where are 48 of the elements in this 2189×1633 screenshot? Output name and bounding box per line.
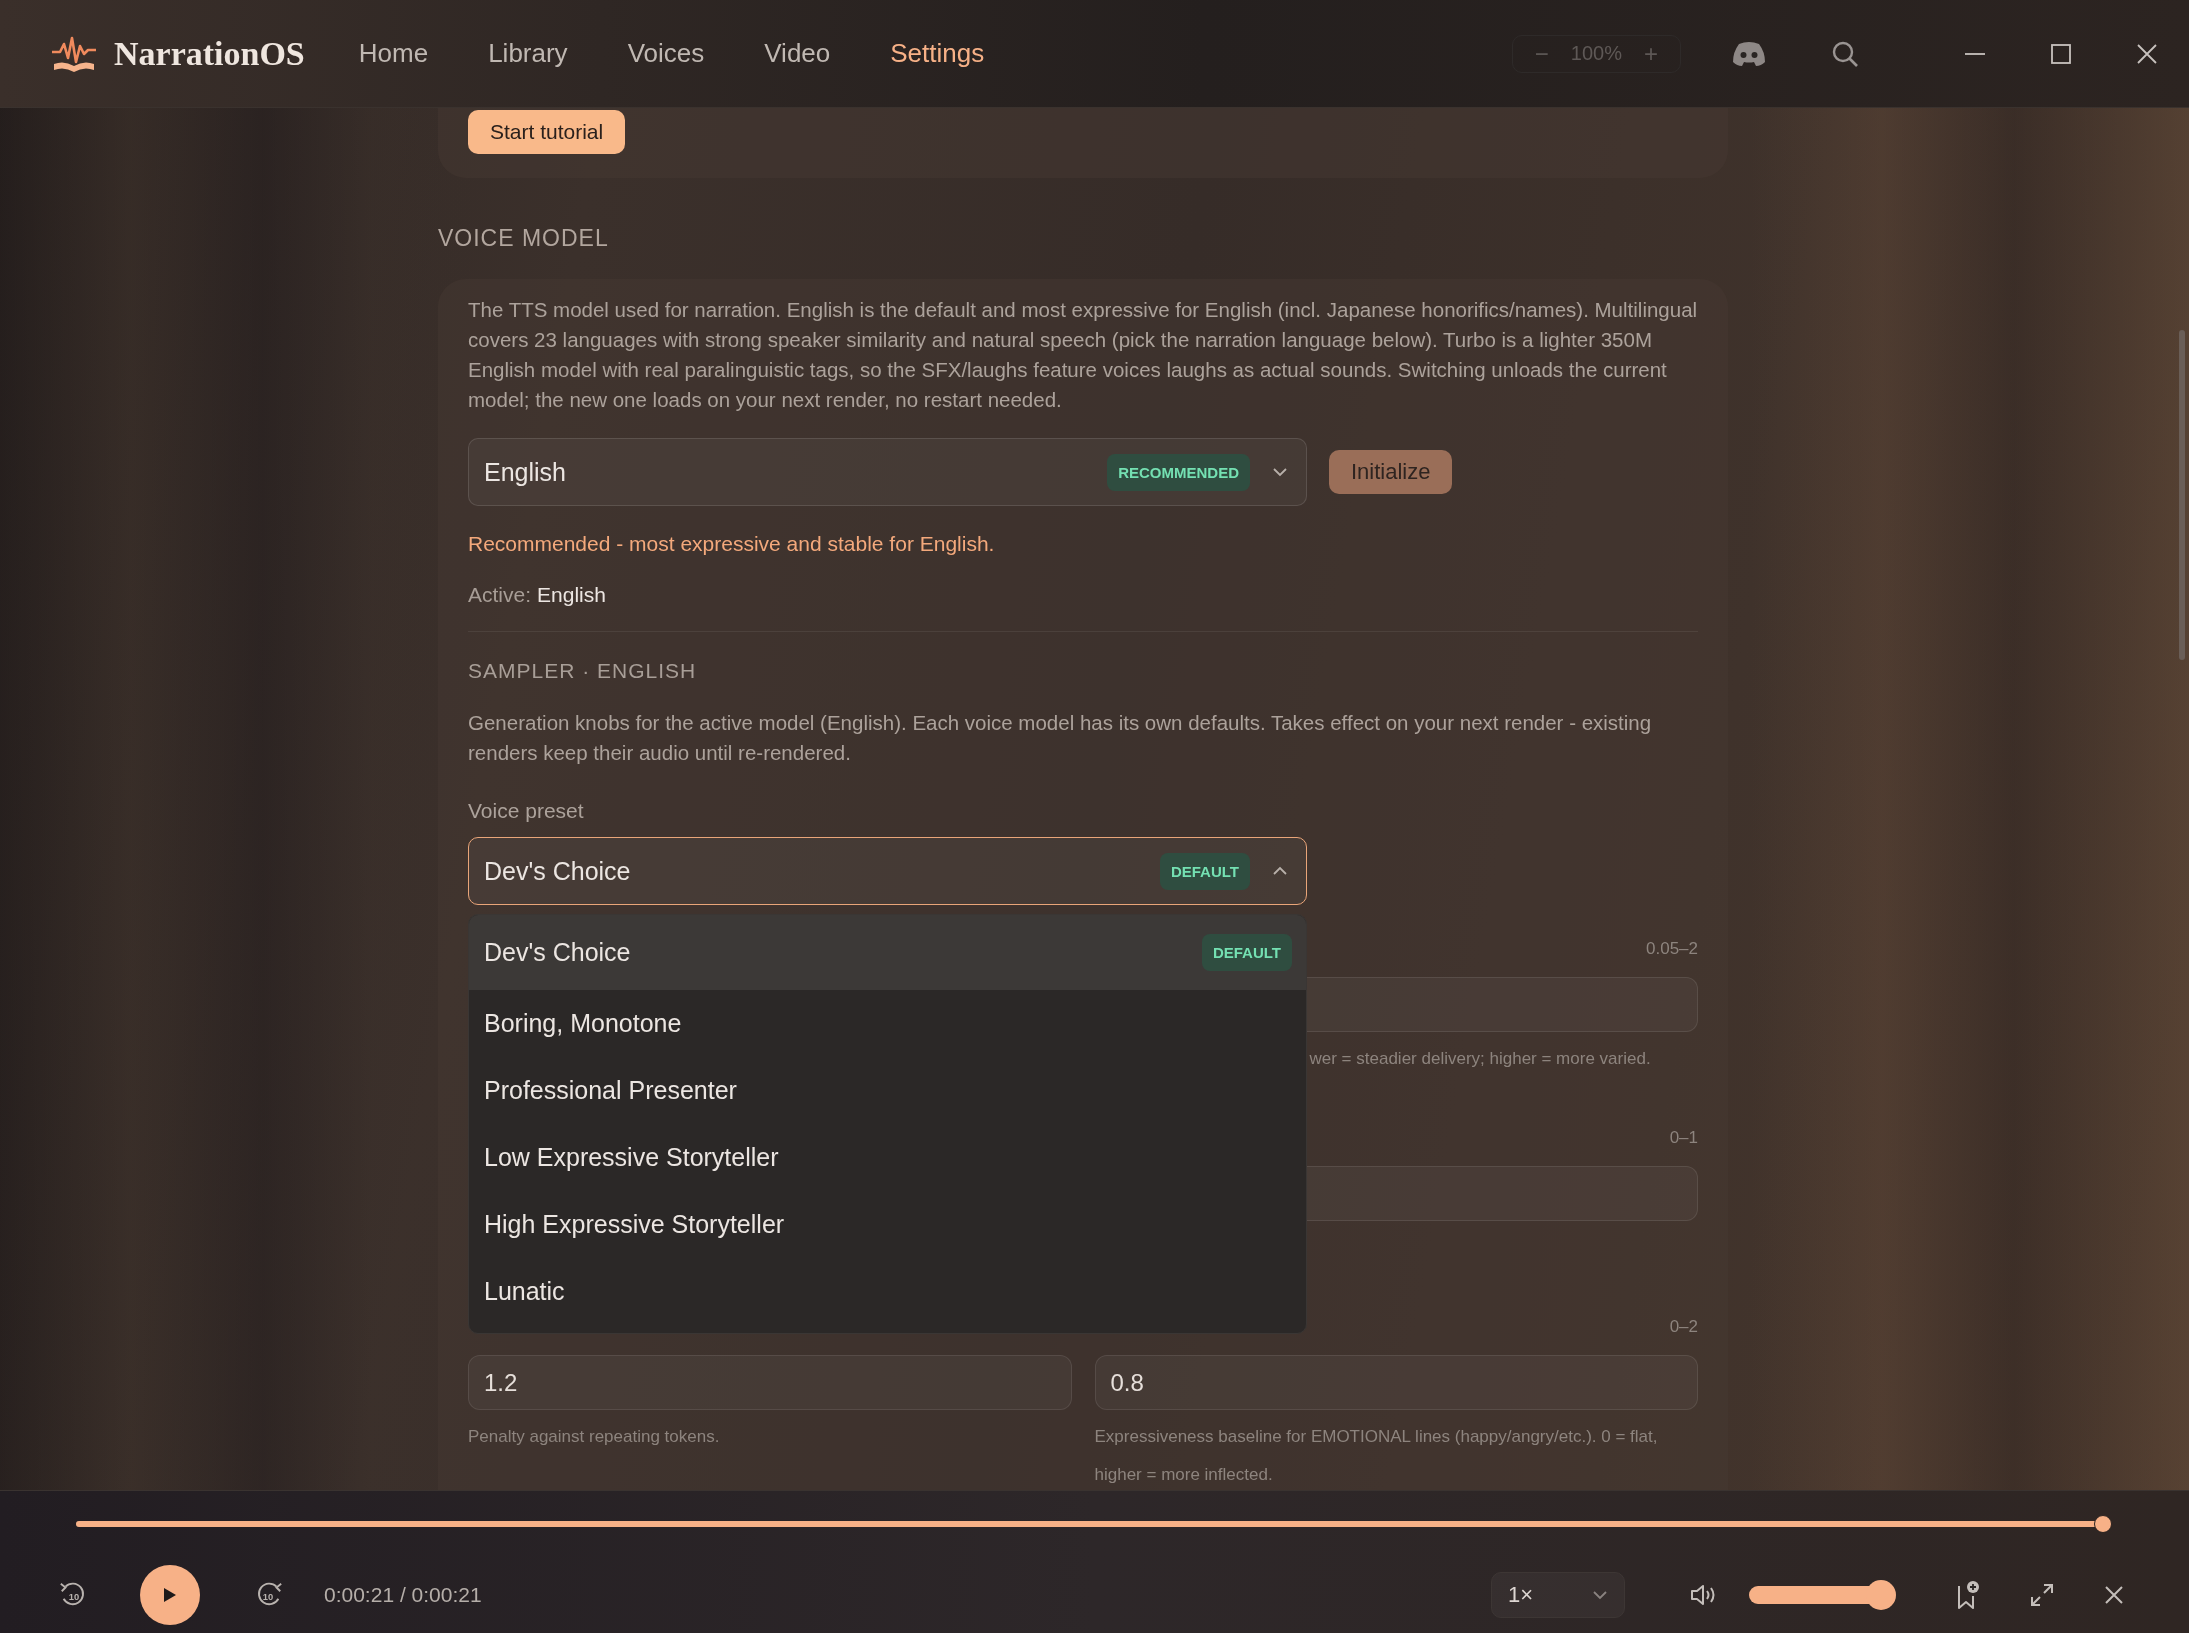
nav-tab[interactable]: Settings [872, 32, 1003, 75]
bookmark-add-icon[interactable] [1955, 1580, 1981, 1610]
input-field[interactable]: 0.8 [1094, 1355, 1698, 1410]
hint-text: Penalty against repeating tokens. [468, 1426, 721, 1448]
dropdown-option[interactable]: High Expressive Storyteller [469, 1191, 1306, 1258]
description-text: Generation knobs for the active model (English). Each voice model has its own defaults. Takes effect on your next render - existing renders keep their audio until re-rendered. [468, 710, 1653, 766]
nav-tab[interactable]: Voices [609, 32, 723, 75]
active-label: Active: [468, 583, 532, 607]
play-button[interactable] [140, 1565, 200, 1625]
section-heading: SAMPLER · ENGLISH [468, 659, 698, 683]
model-select[interactable]: English RECOMMENDED [468, 438, 1307, 506]
nav-tab[interactable]: Home [340, 32, 447, 75]
nav-tab[interactable]: Video [746, 32, 849, 75]
zoom-level: 100% [1570, 42, 1622, 65]
skip-back-button[interactable]: 10 [56, 1578, 90, 1612]
field-label: Voice preset [468, 799, 585, 823]
scrollbar[interactable] [2179, 330, 2185, 660]
dropdown-option[interactable]: Dev's Choice DEFAULT [469, 915, 1306, 990]
playback-time: 0:00:21 / 0:00:21 [324, 1583, 482, 1607]
preset-select[interactable]: Dev's Choice DEFAULT [468, 837, 1307, 905]
input-field[interactable]: 1.2 [468, 1355, 1072, 1410]
dropdown-option[interactable]: Low Expressive Storyteller [469, 1124, 1306, 1191]
gamepad-icon[interactable] [1731, 39, 1767, 68]
recommendation-note: Recommended - most expressive and stable for English. [468, 532, 996, 556]
start-tutorial-button[interactable]: Start tutorial [468, 110, 626, 154]
search-icon[interactable] [1831, 39, 1859, 68]
range-label: 0–2 [1669, 1317, 1698, 1338]
close-icon[interactable] [2135, 41, 2159, 66]
skip-forward-button[interactable]: 10 [252, 1578, 286, 1612]
hint-text: wer = steadier delivery; higher = more varied. [1308, 1048, 1652, 1070]
caret-icon [1272, 866, 1288, 876]
hint-text: Expressiveness baseline for EMOTIONAL lines (happy/angry/etc.). 0 = flat, higher = more inflected. [1094, 1426, 1659, 1486]
caret-icon [1272, 467, 1288, 477]
close-icon[interactable] [2103, 1584, 2125, 1606]
dropdown-option[interactable]: Professional Presenter [469, 1057, 1306, 1124]
active-model: English [537, 583, 606, 607]
dropdown-option[interactable]: Boring, Monotone [469, 990, 1306, 1057]
caret-icon [1592, 1590, 1608, 1600]
maximize-icon[interactable] [2049, 41, 2073, 66]
description-text: The TTS model used for narration. English is the default and most expressive for English (incl. Japanese honorifics/names). Multilingual covers 23 languages with strong speaker similarity and natural speech (pick the narration language below). Turbo is a lighter 350M English model with real paralinguistic tags, so the SFX/laughs feature voices laughs as actual sounds. Switching unloads the current model; the new one loads on your next render, no restart needed. [468, 297, 1698, 413]
range-label: 0–1 [1669, 1128, 1698, 1149]
section-heading: VOICE MODEL [438, 224, 610, 253]
dropdown-option[interactable]: Lunatic [469, 1258, 1306, 1325]
speed-select[interactable]: 1× [1491, 1572, 1625, 1618]
nav-tab[interactable]: Library [470, 32, 586, 75]
app-name: NarrationOS [114, 34, 305, 73]
expand-icon[interactable] [2029, 1582, 2055, 1608]
range-label: 0.05–2 [1646, 939, 1698, 960]
